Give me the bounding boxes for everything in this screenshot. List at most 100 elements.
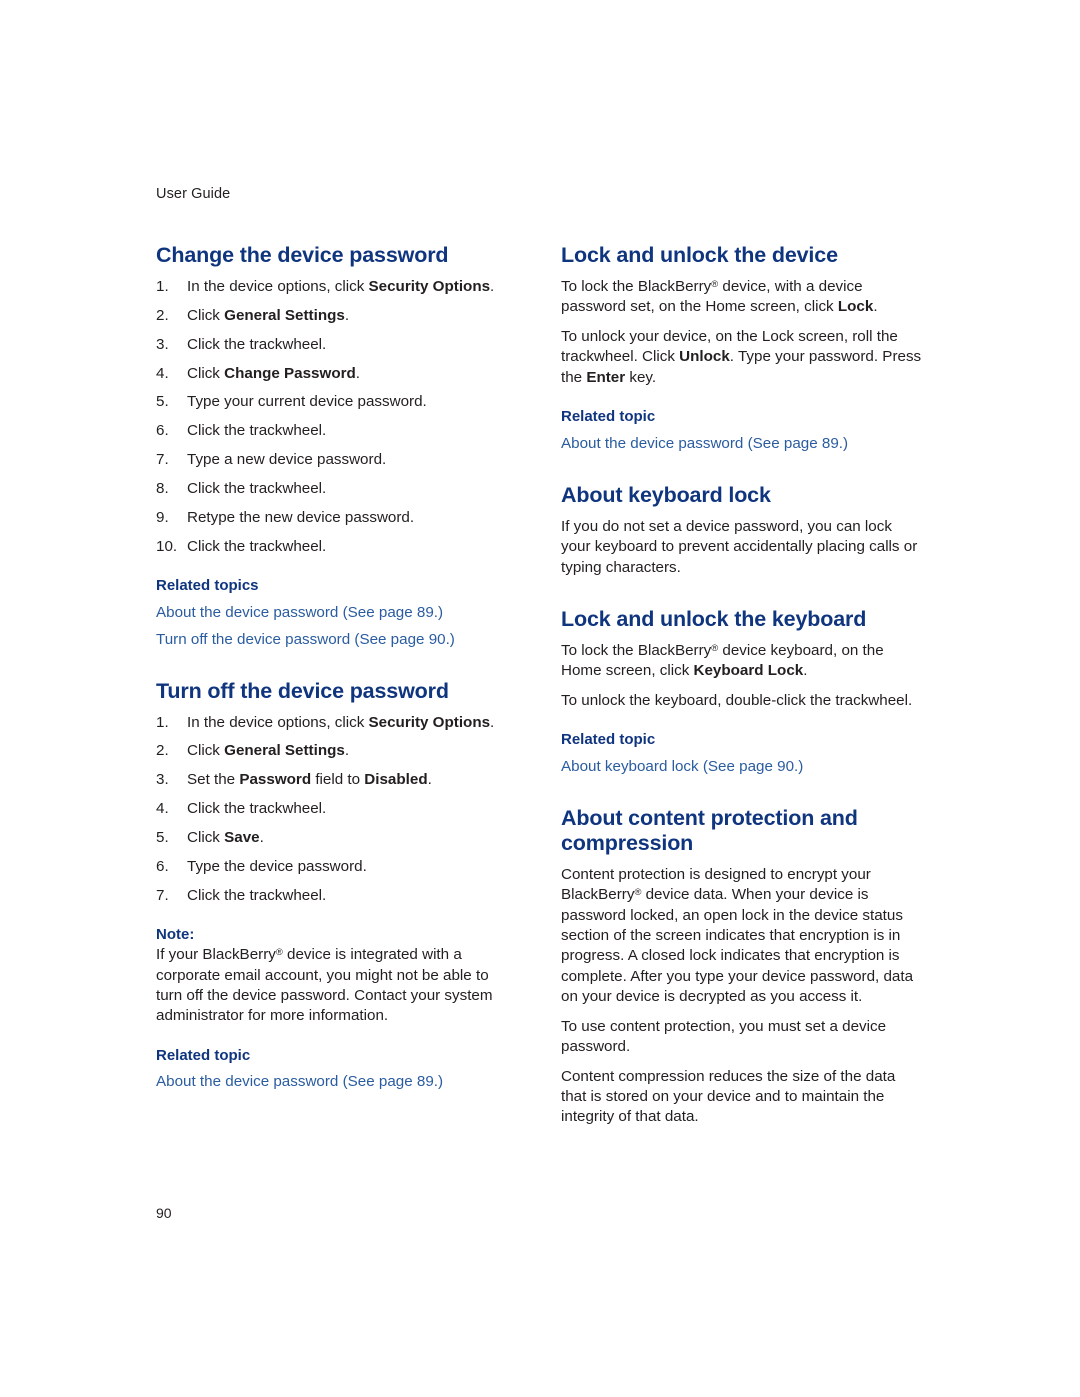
related-topics-block: Related topics About the device password …	[156, 576, 519, 650]
emphasized-term: Lock	[837, 298, 874, 316]
numbered-step-list: 1. In the device options, click Security …	[156, 713, 519, 907]
step-text: Click the trackwheel.	[187, 335, 327, 353]
step-item: 10. Click the trackwheel.	[156, 537, 519, 557]
step-item: 8. Click the trackwheel.	[156, 479, 519, 499]
step-text: Click Save.	[187, 829, 264, 847]
emphasized-term: Unlock	[679, 348, 730, 366]
two-column-body: Change the device password 1. In the devic…	[156, 243, 924, 1128]
related-topic-link[interactable]: About keyboard lock (See page 90.)	[561, 757, 924, 777]
body-paragraph: To lock the BlackBerry® device keyboard,…	[561, 641, 884, 680]
left-column: Change the device password 1. In the devic…	[156, 243, 519, 1099]
related-topic-link[interactable]: Turn off the device password (See page 9…	[156, 630, 519, 650]
step-text: Set the Password field to Disabled.	[187, 771, 432, 789]
document-section: Lock and unlock the device To lock the Bl…	[561, 243, 924, 454]
emphasized-term: Disabled	[364, 771, 428, 789]
step-item: 4. Click the trackwheel.	[156, 799, 519, 819]
emphasized-term: Enter	[586, 368, 626, 386]
related-topics-block: Related topic About the device password (…	[156, 1046, 519, 1093]
step-item: 2. Click General Settings.	[156, 741, 519, 761]
step-number: 6.	[156, 857, 169, 875]
step-number: 1.	[156, 277, 169, 295]
related-topics-label: Related topic	[561, 731, 656, 749]
step-text: Type the device password.	[187, 857, 367, 875]
step-number: 2.	[156, 306, 169, 324]
body-paragraph: To use content protection, you must set …	[561, 1017, 887, 1056]
related-topics-block: Related topic About keyboard lock (See pa…	[561, 730, 924, 777]
step-text: Click Change Password.	[187, 364, 361, 382]
body-paragraph: Content protection is designed to encryp…	[561, 865, 914, 1006]
step-number: 4.	[156, 800, 169, 818]
step-text: Click the trackwheel.	[187, 800, 327, 818]
step-number: 7.	[156, 451, 169, 469]
note-label: Note:	[156, 926, 195, 944]
step-text: In the device options, click Security Op…	[187, 713, 495, 731]
step-number: 3.	[156, 771, 169, 789]
step-number: 5.	[156, 393, 169, 411]
emphasized-term: General Settings	[224, 742, 345, 760]
step-item: 3. Set the Password field to Disabled.	[156, 770, 519, 790]
registered-trademark-symbol: ®	[634, 886, 642, 898]
step-item: 7. Click the trackwheel.	[156, 886, 519, 906]
section-heading: Turn off the device password	[156, 678, 449, 703]
document-section: Lock and unlock the keyboard To lock the …	[561, 607, 924, 777]
step-text: Retype the new device password.	[187, 508, 415, 526]
step-number: 6.	[156, 422, 169, 440]
section-heading: About keyboard lock	[561, 482, 771, 507]
emphasized-term: Security Options	[368, 277, 491, 295]
step-item: 9. Retype the new device password.	[156, 508, 519, 528]
step-text: Click the trackwheel.	[187, 537, 327, 555]
step-item: 1. In the device options, click Security …	[156, 277, 519, 297]
body-paragraph: Content compression reduces the size of …	[561, 1067, 896, 1126]
related-topics-label: Related topic	[561, 408, 656, 426]
body-paragraph: To unlock the keyboard, double-click the…	[561, 691, 913, 709]
page-number: 90	[156, 1205, 172, 1221]
section-heading: Lock and unlock the keyboard	[561, 606, 867, 631]
step-item: 3. Click the trackwheel.	[156, 335, 519, 355]
note-block: Note: If your BlackBerry® device is integ…	[156, 926, 519, 1027]
step-text: Type a new device password.	[187, 451, 387, 469]
body-paragraph: If you do not set a device password, you…	[561, 517, 918, 576]
emphasized-term: Change Password	[224, 364, 356, 382]
step-number: 9.	[156, 508, 169, 526]
step-item: 6. Type the device password.	[156, 857, 519, 877]
step-number: 7.	[156, 886, 169, 904]
related-topic-link[interactable]: About the device password (See page 89.)	[156, 1072, 519, 1092]
body-paragraph: To lock the BlackBerry® device, with a d…	[561, 277, 878, 316]
step-text: Type your current device password.	[187, 393, 427, 411]
step-number: 4.	[156, 364, 169, 382]
registered-trademark-symbol: ®	[711, 277, 719, 289]
step-item: 5. Click Save.	[156, 828, 519, 848]
note-body: If your BlackBerry® device is integrated…	[156, 946, 493, 1025]
numbered-step-list: 1. In the device options, click Security …	[156, 277, 519, 557]
related-topics-label: Related topics	[156, 577, 259, 595]
emphasized-term: Security Options	[368, 713, 491, 731]
step-item: 7. Type a new device password.	[156, 450, 519, 470]
emphasized-term: Password	[239, 771, 312, 789]
step-text: Click the trackwheel.	[187, 422, 327, 440]
step-item: 2. Click General Settings.	[156, 306, 519, 326]
step-number: 1.	[156, 713, 169, 731]
step-text: Click the trackwheel.	[187, 886, 327, 904]
step-item: 4. Click Change Password.	[156, 364, 519, 384]
step-number: 8.	[156, 479, 169, 497]
registered-trademark-symbol: ®	[711, 641, 719, 653]
document-section: About content protection and compression…	[561, 806, 924, 1128]
step-text: Click the trackwheel.	[187, 479, 327, 497]
document-section: Change the device password 1. In the devic…	[156, 243, 519, 650]
section-heading: Lock and unlock the device	[561, 243, 838, 267]
step-text: Click General Settings.	[187, 306, 350, 324]
document-section: About keyboard lock If you do not set a d…	[561, 483, 924, 578]
document-section: Turn off the device password 1. In the dev…	[156, 679, 519, 1093]
step-item: 6. Click the trackwheel.	[156, 421, 519, 441]
step-number: 5.	[156, 829, 169, 847]
document-page: User Guide Change the device password 1. I…	[0, 0, 1080, 1397]
right-column: Lock and unlock the device To lock the Bl…	[561, 243, 924, 1128]
running-head: User Guide	[156, 186, 231, 202]
related-topic-link[interactable]: About the device password (See page 89.)	[561, 434, 924, 454]
section-heading: About content protection and compression	[561, 805, 858, 855]
step-item: 1. In the device options, click Security …	[156, 713, 519, 733]
step-number: 3.	[156, 335, 169, 353]
related-topic-link[interactable]: About the device password (See page 89.)	[156, 603, 519, 623]
body-paragraph: To unlock your device, on the Lock scree…	[561, 327, 922, 386]
related-topics-block: Related topic About the device password (…	[561, 407, 924, 454]
